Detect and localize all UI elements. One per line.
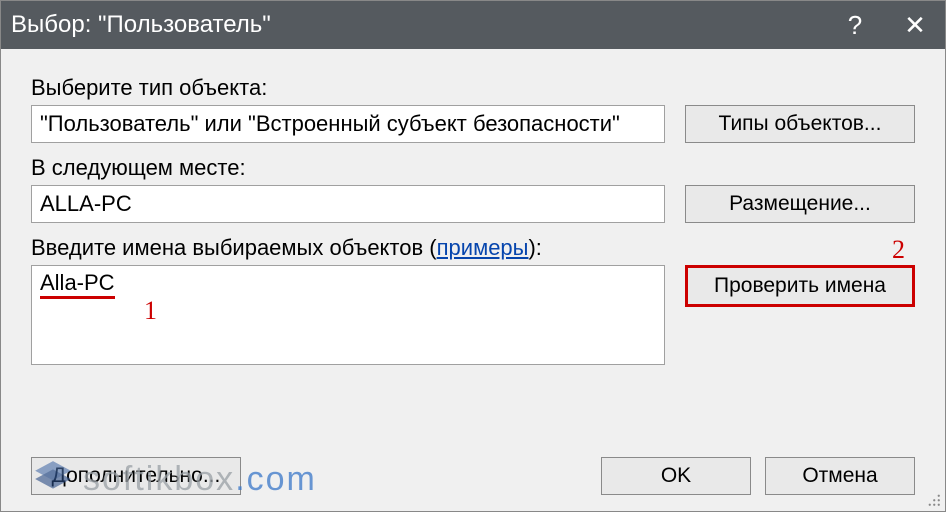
location-label: В следующем месте: xyxy=(31,155,915,181)
check-names-button[interactable]: Проверить имена xyxy=(685,265,915,307)
names-left: Alla-PC 1 xyxy=(31,265,665,365)
object-type-value: "Пользователь" или "Встроенный субъект б… xyxy=(31,105,665,143)
examples-link[interactable]: примеры xyxy=(437,235,529,260)
location-row: ALLA-PC Размещение... xyxy=(31,185,915,223)
locations-button[interactable]: Размещение... xyxy=(685,185,915,223)
annotation-1: 1 xyxy=(144,296,157,326)
location-left: ALLA-PC xyxy=(31,185,665,223)
object-type-right: Типы объектов... xyxy=(685,105,915,143)
window-title: Выбор: "Пользователь" xyxy=(11,11,271,39)
help-icon: ? xyxy=(848,10,862,41)
location-value: ALLA-PC xyxy=(31,185,665,223)
names-input-value: Alla-PC xyxy=(40,270,115,299)
footer: Дополнительно... OK Отмена xyxy=(31,439,915,495)
object-types-button[interactable]: Типы объектов... xyxy=(685,105,915,143)
object-type-left: "Пользователь" или "Встроенный субъект б… xyxy=(31,105,665,143)
client-area: Выберите тип объекта: "Пользователь" или… xyxy=(1,49,945,511)
ok-button[interactable]: OK xyxy=(601,457,751,495)
close-button[interactable]: ✕ xyxy=(885,1,945,49)
names-right: 2 Проверить имена xyxy=(685,265,915,307)
names-input[interactable]: Alla-PC 1 xyxy=(31,265,665,365)
object-type-row: "Пользователь" или "Встроенный субъект б… xyxy=(31,105,915,143)
resize-grip-icon[interactable] xyxy=(923,489,941,507)
advanced-button[interactable]: Дополнительно... xyxy=(31,457,241,495)
names-label-prefix: Введите имена выбираемых объектов ( xyxy=(31,235,437,260)
help-button[interactable]: ? xyxy=(825,1,885,49)
names-row: Alla-PC 1 2 Проверить имена xyxy=(31,265,915,365)
titlebar: Выбор: "Пользователь" ? ✕ xyxy=(1,1,945,49)
dialog-window: Выбор: "Пользователь" ? ✕ Выберите тип о… xyxy=(0,0,946,512)
object-type-label: Выберите тип объекта: xyxy=(31,75,915,101)
close-icon: ✕ xyxy=(904,10,926,41)
location-right: Размещение... xyxy=(685,185,915,223)
annotation-2: 2 xyxy=(892,235,905,265)
names-label-suffix: ): xyxy=(528,235,541,260)
cancel-button[interactable]: Отмена xyxy=(765,457,915,495)
names-label: Введите имена выбираемых объектов (приме… xyxy=(31,235,915,261)
